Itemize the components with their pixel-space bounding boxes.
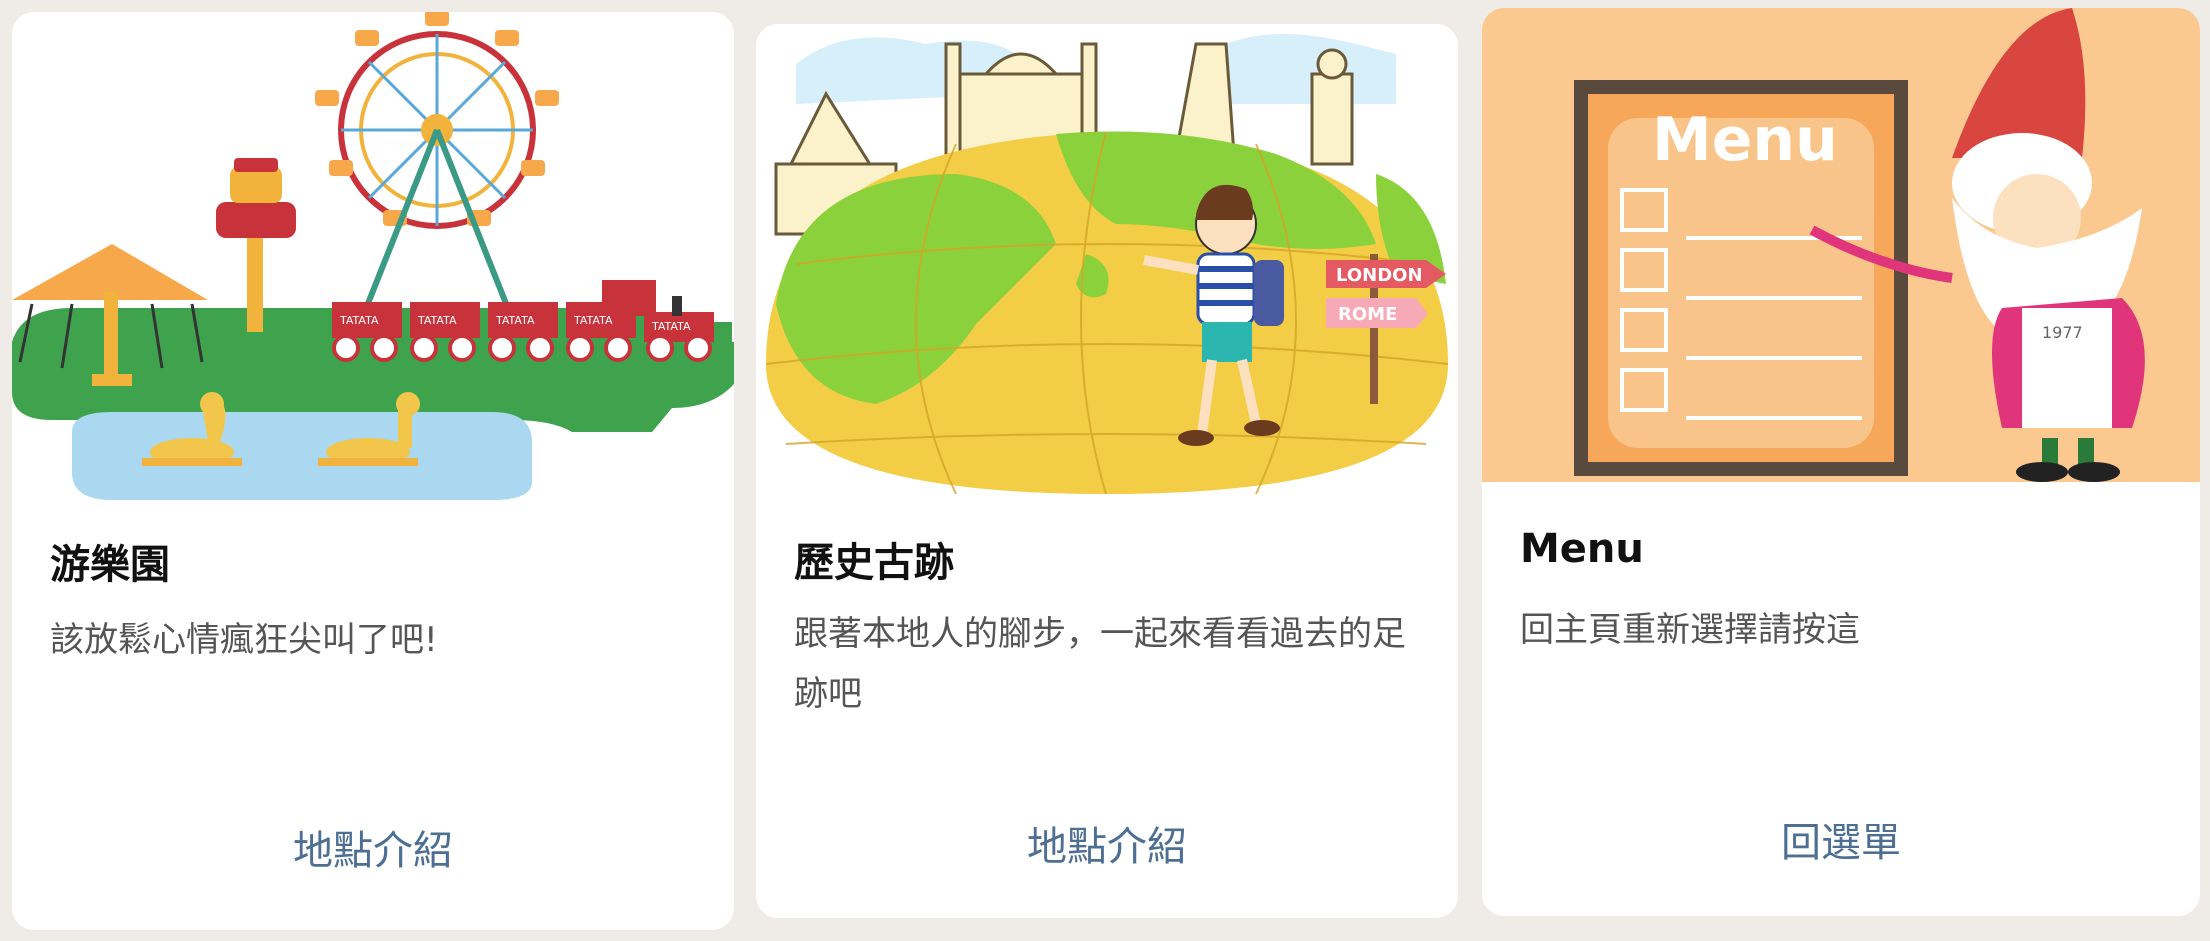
train-car-label: TATATA [495, 314, 535, 327]
card-description: 跟著本地人的腳步，一起來看看過去的足跡吧 [794, 614, 1406, 714]
menu-illustration: Menu 1977 [1482, 8, 2200, 482]
board-menu-text: Menu [1652, 105, 1838, 175]
card-amusement-park: TATATA TATATA TATATA TATATA TATATA 游樂園 該… [12, 12, 734, 930]
historical-sites-illustration: LONDON ROME [756, 24, 1458, 494]
train-car-label: TATATA [651, 320, 691, 333]
card-historical-sites: LONDON ROME 歷史古跡 跟著本地人的腳步，一起來看看過去的足跡吧 地點… [756, 24, 1458, 918]
train-car-label: TATATA [417, 314, 457, 327]
card-description: 該放鬆心情瘋狂尖叫了吧! [50, 620, 438, 660]
london-sign-text: LONDON [1336, 265, 1423, 286]
location-intro-button[interactable]: 地點介紹 [756, 814, 1458, 872]
train-car-label: TATATA [339, 314, 379, 327]
card-title: 歷史古跡 [794, 540, 954, 586]
amusement-park-illustration: TATATA TATATA TATATA TATATA TATATA [12, 12, 734, 500]
card-description: 回主頁重新選擇請按這 [1520, 610, 1860, 650]
back-to-menu-button[interactable]: 回選單 [1482, 810, 2200, 868]
card-title: Menu [1520, 526, 1644, 572]
scroll-year-text: 1977 [2042, 323, 2083, 342]
card-title: 游樂園 [50, 542, 170, 588]
location-intro-button[interactable]: 地點介紹 [12, 818, 734, 876]
card-menu: Menu 1977 Menu 回主頁重新選擇請按這 回選單 [1482, 8, 2200, 916]
train-car-label: TATATA [573, 314, 613, 327]
rome-sign-text: ROME [1338, 304, 1397, 325]
